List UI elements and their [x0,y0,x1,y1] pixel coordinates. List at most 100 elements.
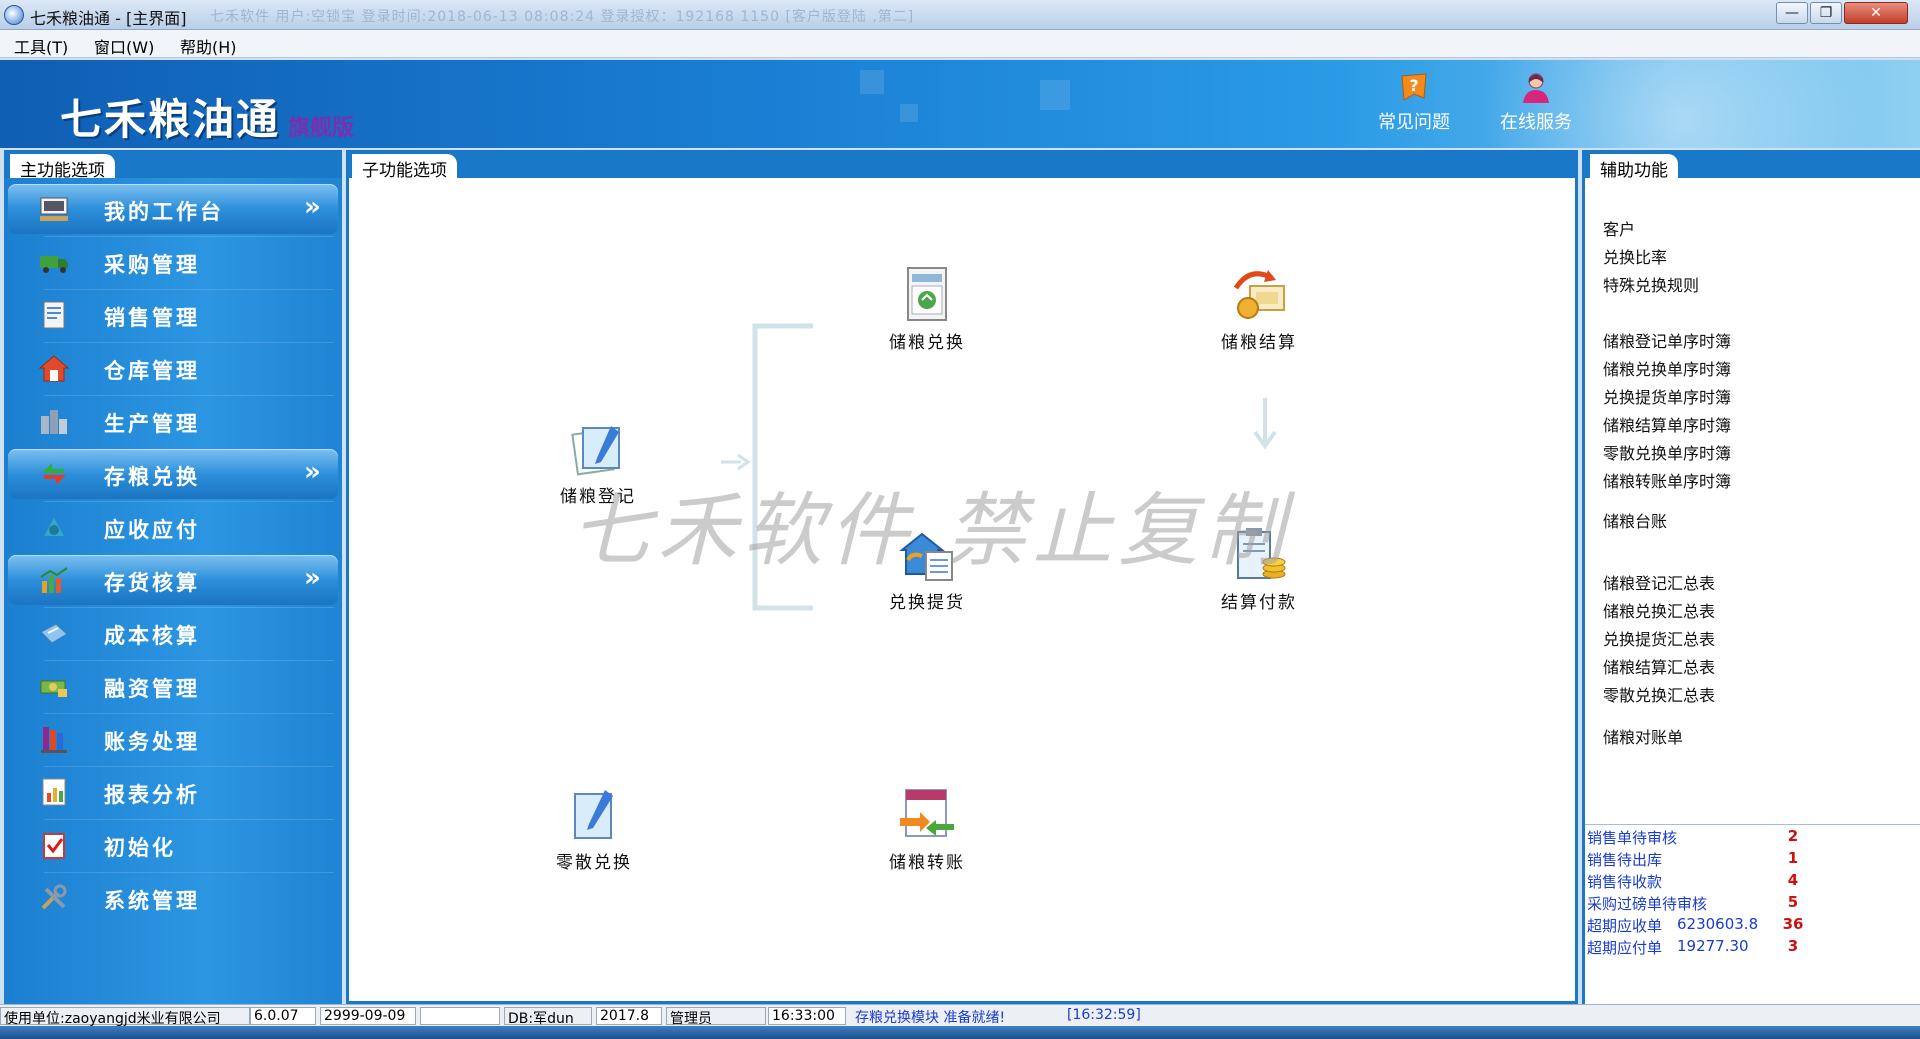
menu-tools[interactable]: 工具(T) [14,34,68,58]
func-grain-settlement[interactable]: 储粮结算 [1199,264,1319,353]
aux-link[interactable]: 储粮登记单序时簿 [1603,328,1731,352]
aux-link[interactable]: 兑换比率 [1603,244,1667,268]
left-panel-header: 主功能选项 [4,150,342,181]
brand-edition: 旗舰版 [288,116,355,141]
app-icon [4,5,24,25]
tools-icon [41,884,67,910]
stat-name: 超期应付单 [1587,939,1663,957]
stat-count: 1 [1787,849,1799,867]
maximize-button[interactable]: ❐ [1810,2,1842,24]
aux-link[interactable]: 兑换提货单序时簿 [1603,384,1731,408]
stat-value: 19277.30 [1677,937,1749,955]
nav-grain-exchange[interactable]: 存粮兑换 » [8,449,338,499]
right-panel-header: 辅助功能 [1582,150,1920,181]
aux-link[interactable]: 储粮对账单 [1603,724,1683,748]
banner-decoration [860,70,884,94]
aux-link[interactable]: 零散兑换单序时簿 [1603,440,1731,464]
aux-link[interactable]: 储粮兑换单序时簿 [1603,356,1731,380]
pending-task-row[interactable]: 超期应收单 6230603.8 36 [1587,915,1817,937]
aux-link[interactable]: 特殊兑换规则 [1603,272,1699,296]
aux-link[interactable]: 储粮兑换汇总表 [1603,598,1715,622]
aux-link[interactable]: 储粮结算汇总表 [1603,654,1715,678]
nav-sales[interactable]: 销售管理 [8,290,338,340]
transfer-calendar-icon [900,789,954,837]
func-label: 兑换提货 [889,593,965,613]
nav-system-management[interactable]: 系统管理 [8,873,338,923]
nav-label: 报表分析 [104,783,200,807]
nav-label: 存粮兑换 [104,465,200,489]
ledger-icon [41,727,67,753]
os-taskbar [0,1026,1920,1039]
aux-link[interactable]: 兑换提货汇总表 [1603,626,1715,650]
pending-task-row[interactable]: 销售单待审核 2 [1587,827,1817,849]
stat-count: 4 [1787,871,1799,889]
online-service-label: 在线服务 [1500,112,1572,133]
pending-tasks-box: 销售单待审核 2 销售待出库 1 销售待收款 4 采购过磅单待审核 5 超期应收… [1585,824,1920,1004]
aux-link[interactable]: 零散兑换汇总表 [1603,682,1715,706]
nav-label: 我的工作台 [104,200,224,224]
nav-production[interactable]: 生产管理 [8,396,338,446]
main-function-nav: 我的工作台 » 采购管理 销售管理 仓库管理 生产管理 存粮兑换 » 应收应付 … [4,178,342,1004]
faq-button[interactable]: ? 常见问题 [1364,70,1464,134]
watermark: 七禾软件 禁止复制 [571,484,1291,577]
nav-label: 系统管理 [104,889,200,913]
nav-label: 采购管理 [104,253,200,277]
stat-count: 5 [1787,893,1799,911]
nav-purchase[interactable]: 采购管理 [8,237,338,287]
aux-link[interactable]: 储粮结算单序时簿 [1603,412,1731,436]
func-label: 结算付款 [1221,593,1297,613]
settlement-coins-icon [1233,270,1285,319]
stat-name: 销售待收款 [1587,873,1663,891]
aux-link[interactable]: 储粮登记汇总表 [1603,570,1715,594]
nav-financing[interactable]: 融资管理 [8,661,338,711]
nav-report-analysis[interactable]: 报表分析 [8,767,338,817]
minimize-button[interactable]: — [1776,2,1808,24]
chevron-right-icon: » [304,192,321,222]
nav-cost-accounting[interactable]: 成本核算 [8,608,338,658]
nav-bookkeeping[interactable]: 账务处理 [8,714,338,764]
pending-task-row[interactable]: 销售待收款 4 [1587,871,1817,893]
faq-icon: ? [1401,73,1427,101]
pending-task-row[interactable]: 采购过磅单待审核 5 [1587,893,1817,915]
nav-my-workbench[interactable]: 我的工作台 » [8,184,338,234]
func-label: 零散兑换 [556,853,632,873]
menu-help[interactable]: 帮助(H) [180,34,237,58]
status-message-time: [16:32:59] [1067,1007,1141,1023]
report-icon [42,778,66,806]
status-expiry: 2999-09-09 [320,1007,416,1025]
status-blank [420,1007,500,1025]
aux-link[interactable]: 储粮台账 [1603,508,1667,532]
calculator-icon [40,623,68,644]
nav-label: 仓库管理 [104,359,200,383]
nav-receivable-payable[interactable]: 应收应付 [8,502,338,552]
aux-link[interactable]: 客户 [1603,216,1635,240]
status-bar: 使用单位:zaoyangjd米业有限公司 6.0.07 2999-09-09 D… [0,1004,1920,1027]
stat-count: 2 [1787,827,1799,845]
nav-initialization[interactable]: 初始化 [8,820,338,870]
workbench-icon [40,197,68,221]
aux-link[interactable]: 储粮转账单序时簿 [1603,468,1731,492]
nav-warehouse[interactable]: 仓库管理 [8,343,338,393]
stat-value: 6230603.8 [1677,915,1759,933]
nav-label: 账务处理 [104,730,200,754]
stat-name: 销售单待审核 [1587,829,1678,847]
chevron-right-icon: » [304,563,321,593]
nav-inventory-accounting[interactable]: 存货核算 » [8,555,338,605]
banner-decoration [1040,80,1070,110]
nav-label: 初始化 [104,836,176,860]
func-grain-exchange[interactable]: 储粮兑换 [867,264,987,353]
menu-window[interactable]: 窗口(W) [94,34,154,58]
pending-task-row[interactable]: 销售待出库 1 [1587,849,1817,871]
menu-bar: 工具(T) 窗口(W) 帮助(H) [0,30,1920,58]
exchange-sheet-icon [907,267,947,321]
banner: 七禾粮油通 旗舰版 ? 常见问题 在线服务 [0,60,1920,148]
func-grain-transfer[interactable]: 储粮转账 [867,784,987,873]
brand-logo: 七禾粮油通 [60,95,281,144]
func-label: 储粮结算 [1221,333,1297,353]
func-retail-exchange[interactable]: 零散兑换 [534,784,654,873]
pending-task-row[interactable]: 超期应付单 19277.30 3 [1587,937,1817,959]
close-button[interactable]: ✕ [1844,2,1908,24]
func-label: 储粮兑换 [889,333,965,353]
auxiliary-panel: 客户 兑换比率 特殊兑换规则 储粮登记单序时簿 储粮兑换单序时簿 兑换提货单序时… [1582,178,1920,1004]
online-service-button[interactable]: 在线服务 [1486,70,1586,134]
